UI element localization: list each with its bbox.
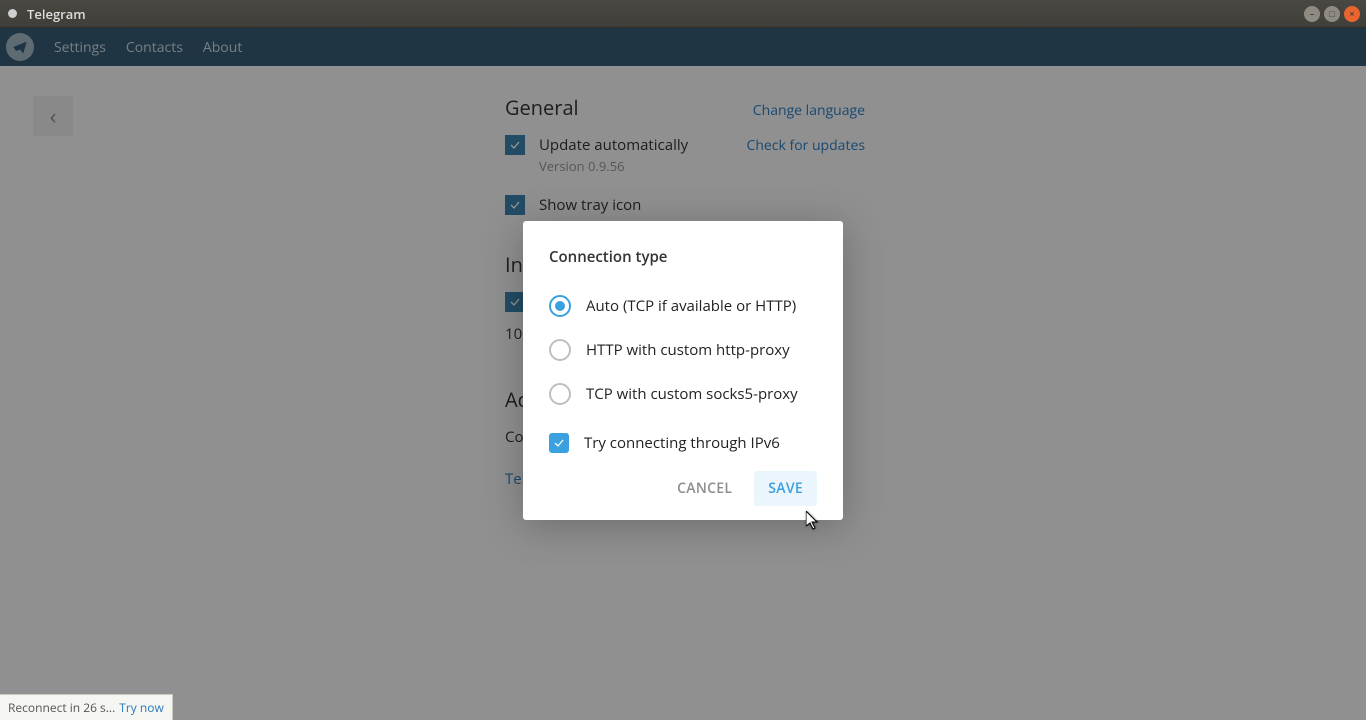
ipv6-label: Try connecting through IPv6	[584, 433, 780, 453]
status-bar: Reconnect in 26 s... Try now	[0, 694, 173, 720]
radio-unchecked-icon	[549, 339, 571, 361]
os-titlebar: Telegram – □ ×	[0, 0, 1366, 28]
titlebar-app-icon	[8, 9, 17, 18]
radio-http-proxy-label: HTTP with custom http-proxy	[586, 340, 790, 360]
radio-unchecked-icon	[549, 383, 571, 405]
cancel-button[interactable]: CANCEL	[663, 471, 746, 506]
window-maximize-button[interactable]: □	[1324, 6, 1340, 22]
dialog-actions: CANCEL SAVE	[549, 471, 817, 506]
window-minimize-button[interactable]: –	[1304, 6, 1320, 22]
try-now-link[interactable]: Try now	[119, 699, 164, 716]
window-close-button[interactable]: ×	[1344, 6, 1360, 22]
ipv6-checkbox-row[interactable]: Try connecting through IPv6	[549, 433, 817, 453]
connection-type-dialog: Connection type Auto (TCP if available o…	[523, 221, 843, 520]
radio-http-proxy[interactable]: HTTP with custom http-proxy	[549, 339, 817, 361]
radio-socks5-proxy-label: TCP with custom socks5-proxy	[586, 384, 798, 404]
radio-checked-icon	[549, 295, 571, 317]
window-controls: – □ ×	[1304, 6, 1366, 22]
checkbox-checked-icon	[549, 433, 569, 453]
save-button[interactable]: SAVE	[754, 471, 817, 506]
status-text: Reconnect in 26 s...	[8, 699, 115, 716]
window-title: Telegram	[27, 5, 86, 23]
radio-auto[interactable]: Auto (TCP if available or HTTP)	[549, 295, 817, 317]
radio-socks5-proxy[interactable]: TCP with custom socks5-proxy	[549, 383, 817, 405]
radio-auto-label: Auto (TCP if available or HTTP)	[586, 296, 796, 316]
dialog-title: Connection type	[549, 247, 817, 267]
